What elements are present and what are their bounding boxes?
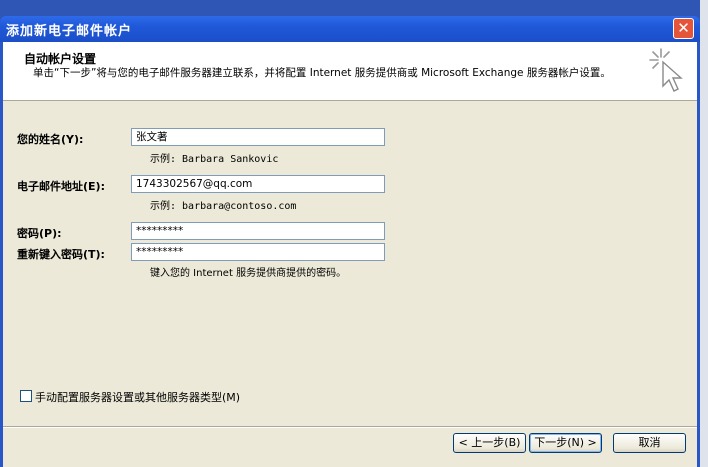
name-label: 您的姓名(Y):: [17, 133, 84, 146]
next-button[interactable]: 下一步(N) >: [529, 433, 602, 453]
name-field[interactable]: 张文著: [131, 128, 385, 146]
header-description: 单击“下一步”将与您的电子邮件服务器建立联系，并将配置 Internet 服务提…: [33, 67, 611, 79]
password-hint: 键入您的 Internet 服务提供商提供的密码。: [150, 268, 347, 279]
header-title: 自动帐户设置: [24, 52, 97, 66]
wizard-header: 自动帐户设置 单击“下一步”将与您的电子邮件服务器建立联系，并将配置 Inter…: [3, 42, 697, 101]
manual-config-label: 手动配置服务器设置或其他服务器类型(M): [35, 391, 241, 404]
button-separator: [3, 426, 697, 428]
dialog-window: 自动帐户设置 单击“下一步”将与您的电子邮件服务器建立联系，并将配置 Inter…: [0, 42, 700, 467]
retype-password-label: 重新键入密码(T):: [17, 248, 105, 261]
window-title: 添加新电子邮件帐户: [6, 24, 133, 39]
close-icon: ✕: [677, 19, 690, 37]
email-example: 示例: barbara@contoso.com: [150, 201, 297, 212]
name-example: 示例: Barbara Sankovic: [150, 154, 279, 165]
background-window-edge: [700, 0, 708, 467]
back-button[interactable]: < 上一步(B): [453, 433, 526, 453]
email-field[interactable]: 1743302567@qq.com: [131, 175, 385, 193]
cursor-sparkle-icon: [649, 48, 683, 92]
cancel-button[interactable]: 取消: [613, 433, 686, 453]
password-field[interactable]: *********: [131, 222, 385, 240]
title-bar: 添加新电子邮件帐户 ✕: [0, 16, 700, 42]
close-button[interactable]: ✕: [673, 18, 694, 39]
retype-password-field[interactable]: *********: [131, 243, 385, 261]
manual-config-checkbox[interactable]: [20, 390, 32, 402]
email-label: 电子邮件地址(E):: [17, 180, 105, 193]
password-label: 密码(P):: [17, 227, 62, 240]
